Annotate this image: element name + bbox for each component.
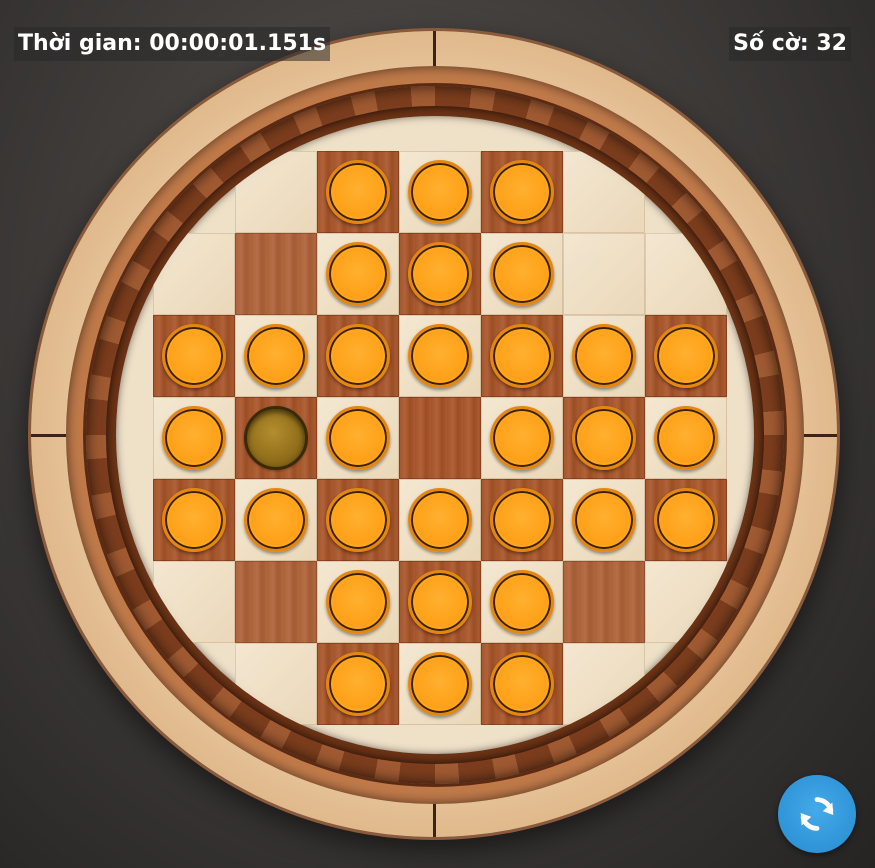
peg[interactable] <box>572 488 636 552</box>
board-decor-square <box>153 233 235 315</box>
board-decor-square <box>235 643 317 725</box>
peg[interactable] <box>408 488 472 552</box>
board-decor-square <box>235 151 317 233</box>
peg[interactable] <box>244 488 308 552</box>
selected-peg[interactable] <box>244 406 308 470</box>
peg[interactable] <box>326 652 390 716</box>
peg[interactable] <box>490 324 554 388</box>
timer-display: Thời gian: 00:00:01.151s <box>14 27 331 61</box>
peg[interactable] <box>654 406 718 470</box>
peg-count-display: Số cờ: 32 <box>729 27 851 61</box>
peg[interactable] <box>490 570 554 634</box>
board-decor-square <box>645 561 727 643</box>
peg[interactable] <box>326 488 390 552</box>
board-surface <box>116 116 754 754</box>
peg[interactable] <box>408 324 472 388</box>
peg[interactable] <box>490 652 554 716</box>
peg[interactable] <box>326 242 390 306</box>
peg[interactable] <box>654 324 718 388</box>
peg[interactable] <box>162 488 226 552</box>
board-decor-square <box>563 561 645 643</box>
board-decor-square <box>563 151 645 233</box>
peg[interactable] <box>572 324 636 388</box>
board-decor-square <box>235 233 317 315</box>
peg[interactable] <box>572 406 636 470</box>
reset-button[interactable] <box>778 775 856 853</box>
peg[interactable] <box>408 160 472 224</box>
board-decor-square <box>563 233 645 315</box>
board-decor-square <box>235 561 317 643</box>
peg[interactable] <box>408 242 472 306</box>
peg[interactable] <box>654 488 718 552</box>
refresh-icon <box>794 791 840 837</box>
peg[interactable] <box>490 406 554 470</box>
peg[interactable] <box>490 242 554 306</box>
peg[interactable] <box>244 324 308 388</box>
board-hole[interactable] <box>399 397 481 479</box>
peg[interactable] <box>408 652 472 716</box>
peg[interactable] <box>490 160 554 224</box>
peg[interactable] <box>490 488 554 552</box>
peg[interactable] <box>162 324 226 388</box>
peg[interactable] <box>326 406 390 470</box>
board-decor-square <box>153 561 235 643</box>
board-decor-square <box>645 233 727 315</box>
board-decor-square <box>563 643 645 725</box>
peg[interactable] <box>326 570 390 634</box>
peg[interactable] <box>326 324 390 388</box>
peg[interactable] <box>326 160 390 224</box>
game-stage: Thời gian: 00:00:01.151s Số cờ: 32 <box>0 0 875 868</box>
peg[interactable] <box>162 406 226 470</box>
peg[interactable] <box>408 570 472 634</box>
